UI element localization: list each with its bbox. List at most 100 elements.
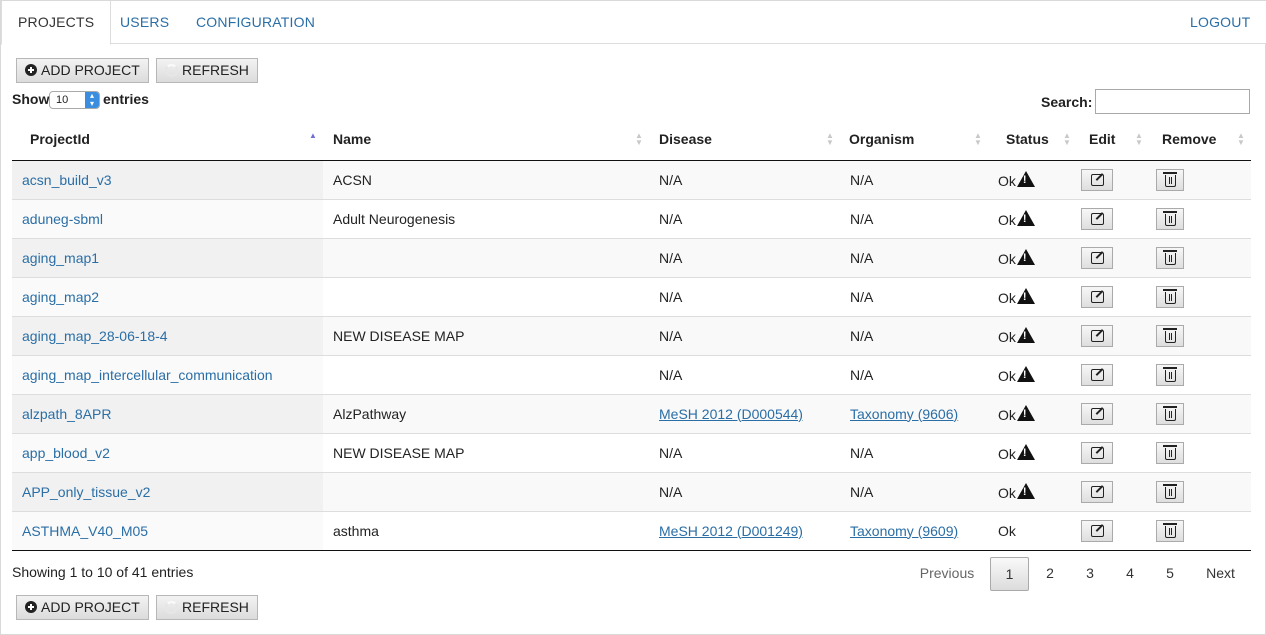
col-header-status[interactable]: Status ▲ ▼ (988, 119, 1077, 161)
tab-projects[interactable]: PROJECTS (1, 1, 112, 45)
project-link[interactable]: alzpath_8APR (22, 406, 112, 422)
tab-configuration[interactable]: CONFIGURATION (196, 1, 315, 44)
select-chevron-icon: ▴ ▾ (85, 92, 99, 108)
remove-button[interactable] (1156, 363, 1184, 386)
edit-button[interactable] (1081, 207, 1113, 230)
cell-disease: N/A (649, 160, 840, 199)
project-link[interactable]: aduneg-sbml (22, 211, 103, 227)
edit-button[interactable] (1081, 402, 1113, 425)
project-link[interactable]: acsn_build_v3 (22, 172, 112, 188)
col-header-edit[interactable]: Edit ▲ ▼ (1077, 119, 1149, 161)
search-input[interactable] (1095, 89, 1250, 114)
table-row: ASTHMA_V40_M05 asthma MeSH 2012 (D001249) T… (12, 510, 1251, 551)
project-name: AlzPathway (333, 405, 407, 422)
project-link[interactable]: aging_map_intercellular_communication (22, 367, 273, 383)
project-link[interactable]: app_blood_v2 (22, 445, 110, 461)
pagination-page-2[interactable]: 2 (1035, 557, 1065, 591)
project-link[interactable]: aging_map1 (22, 250, 99, 266)
col-header-name[interactable]: Name ▲ ▼ (323, 119, 649, 161)
cell-projectid: app_blood_v2 (12, 432, 323, 472)
plus-circle-icon (25, 601, 37, 614)
table-row: alzpath_8APR AlzPathway MeSH 2012 (D000544… (12, 393, 1251, 433)
pagination-page-1[interactable]: 1 (990, 557, 1029, 591)
table-row: app_blood_v2 NEW DISEASE MAP N/A N/A Ok (12, 432, 1251, 472)
pagination-next[interactable]: Next (1198, 557, 1243, 591)
warning-icon[interactable] (1016, 248, 1035, 265)
trash-icon (1163, 171, 1177, 187)
warning-icon[interactable] (1016, 482, 1035, 499)
add-project-button[interactable]: ADD PROJECT (16, 58, 149, 83)
cell-status: Ok (988, 471, 1077, 511)
edit-icon (1091, 407, 1104, 420)
col-header-label: Edit (1089, 131, 1116, 148)
pagination-page-4[interactable]: 4 (1115, 557, 1145, 591)
edit-icon (1091, 485, 1104, 498)
sort-icon: ▲ ▼ (1237, 131, 1245, 147)
organism-value[interactable]: Taxonomy (9609) (850, 523, 958, 539)
remove-button[interactable] (1156, 168, 1184, 191)
organism-value[interactable]: Taxonomy (9606) (850, 406, 958, 422)
disease-value[interactable]: MeSH 2012 (D001249) (659, 523, 803, 539)
cell-disease: N/A (649, 315, 840, 355)
table-row: aging_map_intercellular_communication N/A… (12, 354, 1251, 394)
table-header-row: ProjectId ▲ Name ▲ ▼ Disease ▲ ▼ Organism ▲ ▼ S… (12, 119, 1251, 161)
project-link[interactable]: APP_only_tissue_v2 (22, 484, 150, 500)
edit-button[interactable] (1081, 168, 1113, 191)
edit-button[interactable] (1081, 363, 1113, 386)
add-project-button-bottom[interactable]: ADD PROJECT (16, 595, 149, 620)
remove-button[interactable] (1156, 324, 1184, 347)
edit-button[interactable] (1081, 480, 1113, 503)
warning-icon[interactable] (1016, 443, 1035, 460)
pagination-previous[interactable]: Previous (911, 557, 983, 591)
edit-icon (1091, 329, 1104, 342)
cell-name: NEW DISEASE MAP (323, 315, 649, 355)
project-name: NEW DISEASE MAP (333, 327, 465, 344)
refresh-button-bottom[interactable]: REFRESH (156, 595, 258, 620)
cell-edit (1077, 354, 1149, 394)
warning-icon[interactable] (1016, 209, 1035, 226)
remove-button[interactable] (1156, 480, 1184, 503)
cell-name: ACSN (323, 160, 649, 199)
remove-button[interactable] (1156, 519, 1184, 542)
warning-icon[interactable] (1016, 287, 1035, 304)
trash-icon (1163, 249, 1177, 265)
remove-button[interactable] (1156, 285, 1184, 308)
status-text: Ok (998, 328, 1016, 345)
col-header-disease[interactable]: Disease ▲ ▼ (649, 119, 840, 161)
add-project-label: ADD PROJECT (41, 599, 140, 615)
tab-users[interactable]: USERS (120, 1, 169, 44)
remove-button[interactable] (1156, 246, 1184, 269)
logout-link[interactable]: LOGOUT (1190, 1, 1250, 44)
entries-select-value: 10 (56, 94, 69, 106)
edit-button[interactable] (1081, 519, 1113, 542)
cell-projectid: APP_only_tissue_v2 (12, 471, 323, 511)
remove-button[interactable] (1156, 402, 1184, 425)
entries-label: entries (103, 91, 149, 107)
remove-button[interactable] (1156, 207, 1184, 230)
organism-value: N/A (850, 483, 874, 500)
edit-button[interactable] (1081, 246, 1113, 269)
edit-button[interactable] (1081, 324, 1113, 347)
edit-button[interactable] (1081, 441, 1113, 464)
project-link[interactable]: aging_map2 (22, 289, 99, 305)
warning-icon[interactable] (1016, 404, 1035, 421)
project-link[interactable]: aging_map_28-06-18-4 (22, 328, 168, 344)
refresh-button[interactable]: REFRESH (156, 58, 258, 83)
entries-select[interactable]: 10 ▴ ▾ (49, 91, 100, 109)
warning-icon[interactable] (1016, 326, 1035, 343)
pagination-page-5[interactable]: 5 (1155, 557, 1185, 591)
disease-value[interactable]: MeSH 2012 (D000544) (659, 406, 803, 422)
edit-button[interactable] (1081, 285, 1113, 308)
col-header-projectid[interactable]: ProjectId ▲ (12, 119, 323, 161)
col-header-organism[interactable]: Organism ▲ ▼ (840, 119, 988, 161)
pagination-page-3[interactable]: 3 (1075, 557, 1105, 591)
cell-organism: N/A (840, 315, 988, 355)
cell-name (323, 471, 649, 511)
remove-button[interactable] (1156, 441, 1184, 464)
col-header-remove[interactable]: Remove ▲ ▼ (1149, 119, 1251, 161)
project-link[interactable]: ASTHMA_V40_M05 (22, 523, 148, 539)
warning-icon[interactable] (1016, 365, 1035, 382)
organism-value: N/A (850, 327, 874, 344)
organism-value: N/A (850, 171, 874, 188)
warning-icon[interactable] (1016, 170, 1035, 187)
